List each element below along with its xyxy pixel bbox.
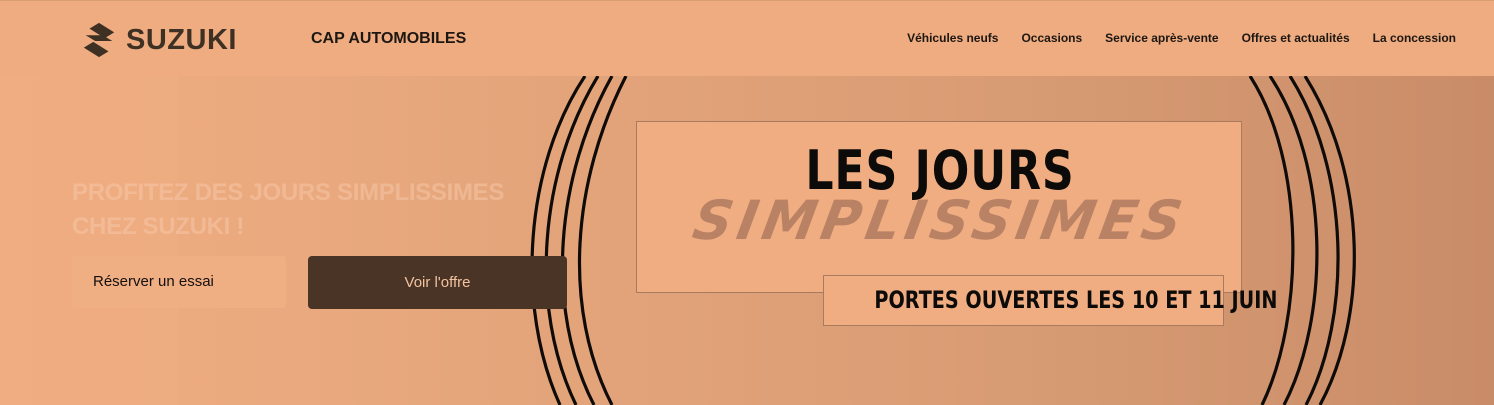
view-offer-button[interactable]: Voir l'offre xyxy=(308,256,567,309)
hero-banner: PROFITEZ DES JOURS SIMPLISSIMES CHEZ SUZ… xyxy=(0,76,1494,405)
brand-wordmark: SUZUKI xyxy=(126,23,237,56)
reserve-test-drive-button[interactable]: Réserver un essai xyxy=(72,256,286,308)
suzuki-s-logo-icon xyxy=(83,22,115,58)
nav-item-offres-actualites[interactable]: Offres et actualités xyxy=(1242,30,1350,46)
dealer-name[interactable]: CAP AUTOMOBILES xyxy=(311,29,466,49)
promo-banner-box: LES JOURS SIMPLISSIMES xyxy=(636,121,1242,293)
nav-item-occasions[interactable]: Occasions xyxy=(1021,30,1082,46)
nav-item-service-apres-vente[interactable]: Service après-vente xyxy=(1105,30,1218,46)
promo-banner-dates: PORTES OUVERTES LES 10 ET 11 JUIN xyxy=(823,275,1277,326)
promo-banner-script-text: SIMPLISSIMES xyxy=(688,189,1192,252)
nav-item-la-concession[interactable]: La concession xyxy=(1373,30,1456,46)
site-header: SUZUKI CAP AUTOMOBILES Véhicules neufs O… xyxy=(0,0,1494,76)
brand-logo-link[interactable]: SUZUKI xyxy=(80,20,237,60)
page: SUZUKI CAP AUTOMOBILES Véhicules neufs O… xyxy=(0,0,1494,405)
promo-banner-dates-text: PORTES OUVERTES LES 10 ET 11 JUIN xyxy=(874,286,1278,314)
main-nav: Véhicules neufs Occasions Service après-… xyxy=(884,30,1456,46)
nav-item-vehicules-neufs[interactable]: Véhicules neufs xyxy=(907,30,998,46)
hero-headline: PROFITEZ DES JOURS SIMPLISSIMES CHEZ SUZ… xyxy=(72,179,505,240)
